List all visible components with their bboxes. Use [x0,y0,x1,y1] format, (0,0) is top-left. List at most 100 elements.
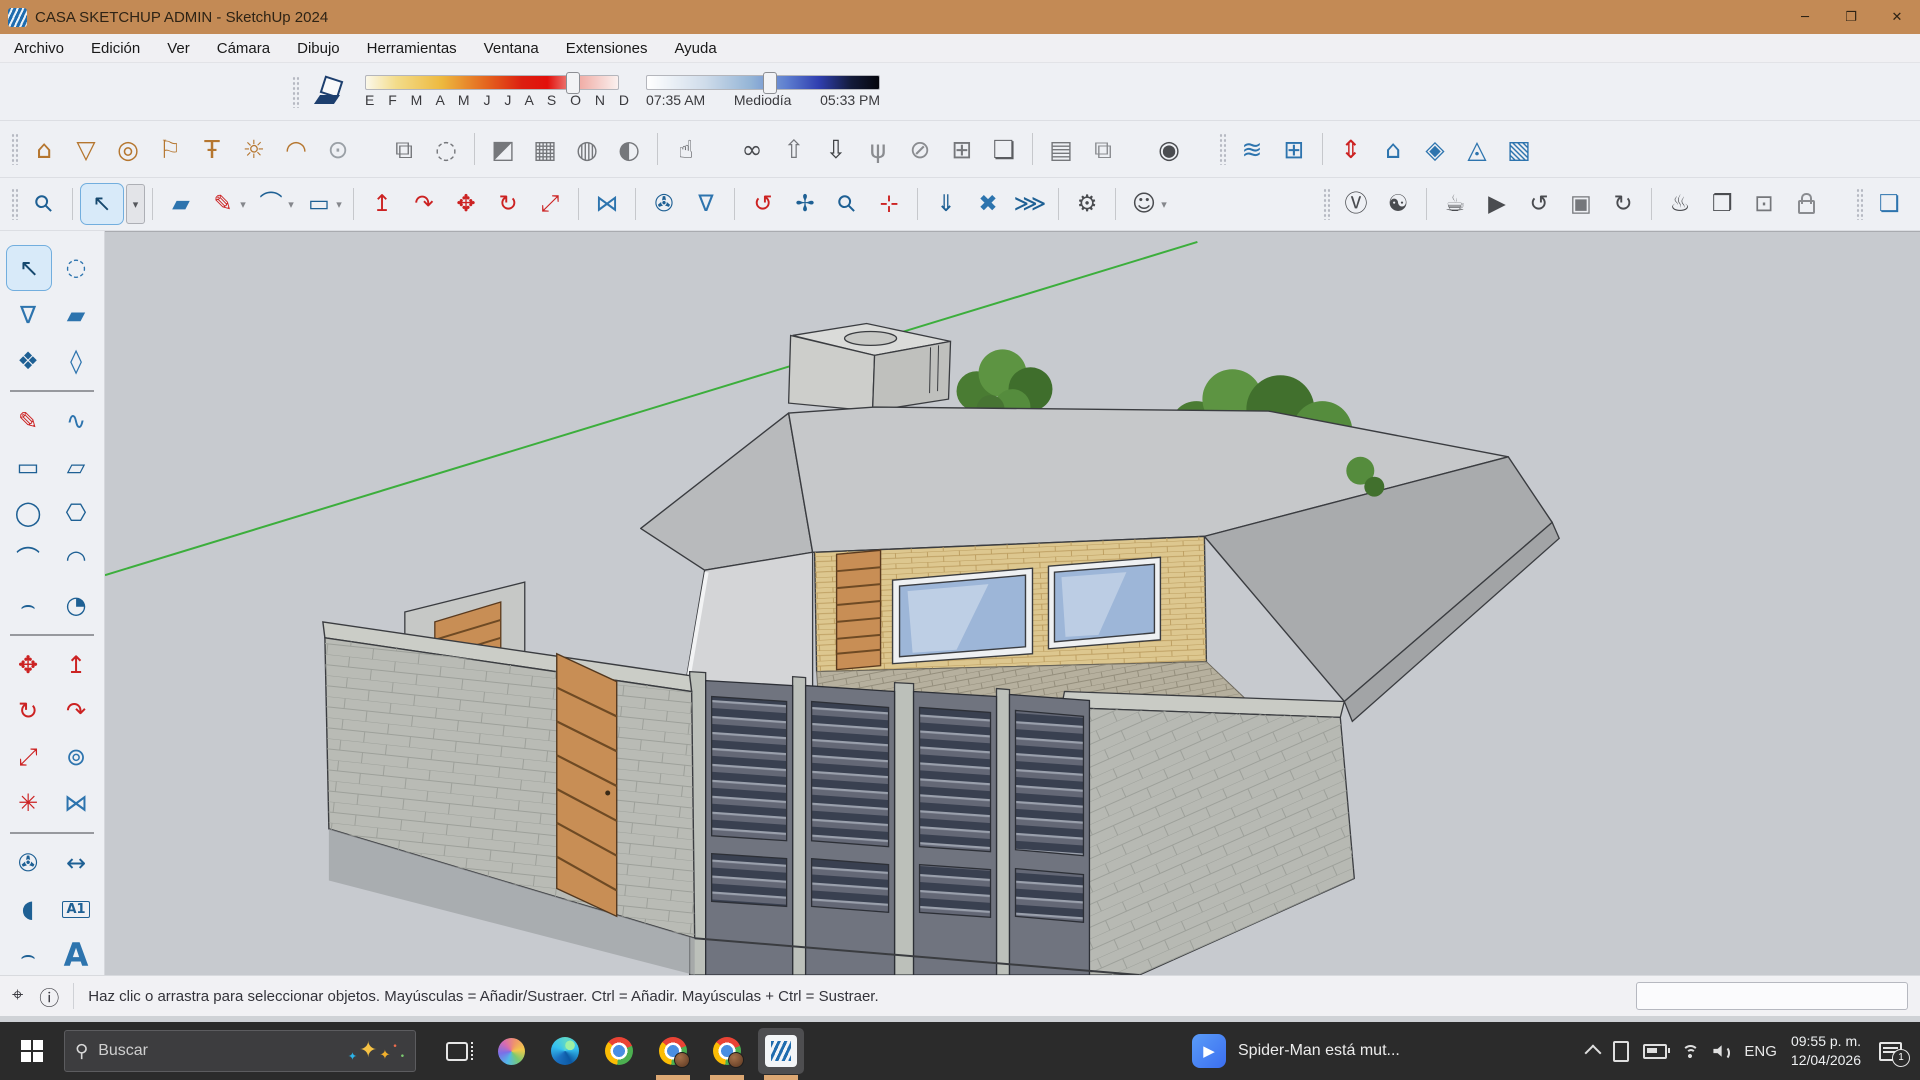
menu-dibujo[interactable]: Dibujo [297,40,340,57]
chrome-profile2-button[interactable] [704,1028,750,1074]
omni-light-icon[interactable]: ☼ [233,127,275,171]
notifications-button[interactable]: 1 [1879,1042,1902,1061]
drape-icon[interactable]: ◈ [1414,127,1456,171]
palette-protractor-icon[interactable]: ◖ [6,887,50,931]
new-file-icon[interactable]: ❏ [1868,184,1910,224]
palette-flip-icon[interactable]: ⋈ [54,781,98,825]
spot-light-icon[interactable]: ⚐ [149,127,191,171]
palette-line-icon[interactable]: ✎ [6,399,50,443]
chrome-profile1-button[interactable] [650,1028,696,1074]
arc-dropdown[interactable]: ▾ [284,184,298,224]
palette-select-icon[interactable]: ↖ [6,245,52,291]
menu-ventana[interactable]: Ventana [484,40,539,57]
menu-archivo[interactable]: Archivo [14,40,64,57]
palette-rectangle-icon[interactable]: ▭ [6,445,50,489]
account-dropdown[interactable]: ▾ [1157,184,1171,224]
extension-warehouse-icon[interactable]: ⚙ [1066,184,1108,224]
menu-edicion[interactable]: Edición [91,40,140,57]
vray-vfb-window-icon[interactable]: ❐ [1701,184,1743,224]
minimize-button[interactable]: ─ [1782,0,1828,34]
task-view-button[interactable] [434,1028,480,1074]
dome-light-icon[interactable]: ◠ [275,127,317,171]
rectangle-dropdown[interactable]: ▾ [332,184,346,224]
checker-plane-icon[interactable]: ◩ [482,127,524,171]
palette-2pt-arc-icon[interactable]: ◠ [54,537,98,581]
palette-circle-icon[interactable]: ◯ [6,491,50,535]
palette-push-pull-icon[interactable]: ↥ [54,643,98,687]
palette-pie-icon[interactable]: ◔ [54,583,98,627]
edge-button[interactable] [542,1028,588,1074]
import-proxy-icon[interactable]: ⇩ [815,127,857,171]
search-tool-icon[interactable]: ⚲ [23,184,65,224]
zoom-extents-icon[interactable]: ⊹ [868,184,910,224]
move-icon[interactable]: ✥ [445,184,487,224]
dashed-selection-icon[interactable]: ◌ [425,127,467,171]
palette-eraser-icon[interactable]: ▰ [54,293,98,337]
flip-icon[interactable]: ⋈ [586,184,628,224]
textured-cube-icon[interactable]: ▦ [524,127,566,171]
palette-dimensions-icon[interactable]: ↔ [54,841,98,885]
sphere-light-icon[interactable]: ◎ [107,127,149,171]
palette-components-icon[interactable]: ❖ [6,339,50,383]
palette-scale-icon[interactable]: ⤢ [6,735,50,779]
wifi-icon[interactable] [1681,1044,1699,1058]
toolbar-grip[interactable] [292,76,299,108]
palette-tag-icon[interactable]: ◊ [54,339,98,383]
vray-asset-editor-icon[interactable]: ☯ [1377,184,1419,224]
visibility-icon[interactable]: ◉ [1148,127,1190,171]
flip-edge-icon[interactable]: ▧ [1498,127,1540,171]
copilot-button[interactable] [488,1028,534,1074]
palette-follow-me-icon[interactable]: ↷ [54,689,98,733]
media-widget[interactable]: ▶ Spider-Man está mut... [1192,1034,1400,1068]
chrome-button[interactable] [596,1028,642,1074]
push-pull-icon[interactable]: ↥ [361,184,403,224]
palette-axes-icon[interactable]: ✳ [6,781,50,825]
fur-icon[interactable]: ψ [857,127,899,171]
viewport-3d[interactable] [105,231,1920,975]
vray-render-icon[interactable]: ☕ [1434,184,1476,224]
stamp-icon[interactable]: ⌂ [1372,127,1414,171]
palette-text-icon[interactable]: A1 [54,887,98,931]
battery-icon[interactable] [1643,1044,1667,1059]
vray-viewport-teapot-icon[interactable]: ⊡ [1743,184,1785,224]
cube-select-icon[interactable]: ☝ [665,127,707,171]
grid-panel-icon[interactable]: ▤ [1040,127,1082,171]
cast-device-icon[interactable] [1613,1041,1629,1062]
palette-polygon-icon[interactable]: ⎔ [54,491,98,535]
palette-tape-measure-icon[interactable]: ✇ [6,841,50,885]
geolocation-icon[interactable]: ⌖ [12,982,23,1011]
export-proxy-icon[interactable]: ⇧ [773,127,815,171]
send-to-layout-icon[interactable]: ⋙ [1009,184,1051,224]
clipper-icon[interactable]: ⊘ [899,127,941,171]
half-sphere-icon[interactable]: ◐ [608,127,650,171]
menu-ayuda[interactable]: Ayuda [674,40,716,57]
vray-lock-icon[interactable] [1785,184,1827,224]
tape-measure-icon[interactable]: ✇ [643,184,685,224]
eraser-icon[interactable]: ▰ [160,184,202,224]
shadow-toggle-icon[interactable] [315,77,349,107]
line-dropdown[interactable]: ▾ [236,184,250,224]
palette-freehand-icon[interactable]: ∿ [54,399,98,443]
plane-swap-icon[interactable]: ⧉ [383,127,425,171]
rectangle-light-icon[interactable]: ▽ [65,127,107,171]
scale-icon[interactable]: ⤢ [529,184,571,224]
sketchup-taskbar-button[interactable] [758,1028,804,1074]
orbit-icon[interactable]: ↺ [742,184,784,224]
vray-interactive-icon[interactable]: ↺ [1518,184,1560,224]
pan-icon[interactable]: ✢ [784,184,826,224]
select-tool-icon[interactable]: ↖ [80,183,124,225]
mesh-light-icon[interactable]: ⊙ [317,127,359,171]
palette-move-icon[interactable]: ✥ [6,643,50,687]
menu-camara[interactable]: Cámara [217,40,270,57]
menu-extensiones[interactable]: Extensiones [566,40,648,57]
instructor-icon[interactable]: ⓘ [39,982,59,1011]
palette-rotate-icon[interactable]: ↻ [6,689,50,733]
vray-batch-render-icon[interactable]: ↻ [1602,184,1644,224]
frames-icon[interactable]: ⧉ [1082,127,1124,171]
sandbox-from-contours-icon[interactable]: ≋ [1231,127,1273,171]
time-slider-handle[interactable] [763,72,777,94]
vray-render-last-icon[interactable]: ▶ [1476,184,1518,224]
window-grid-icon[interactable]: ⊞ [941,127,983,171]
menu-ver[interactable]: Ver [167,40,190,57]
clock[interactable]: 09:55 p. m. 12/04/2026 [1791,1032,1861,1070]
